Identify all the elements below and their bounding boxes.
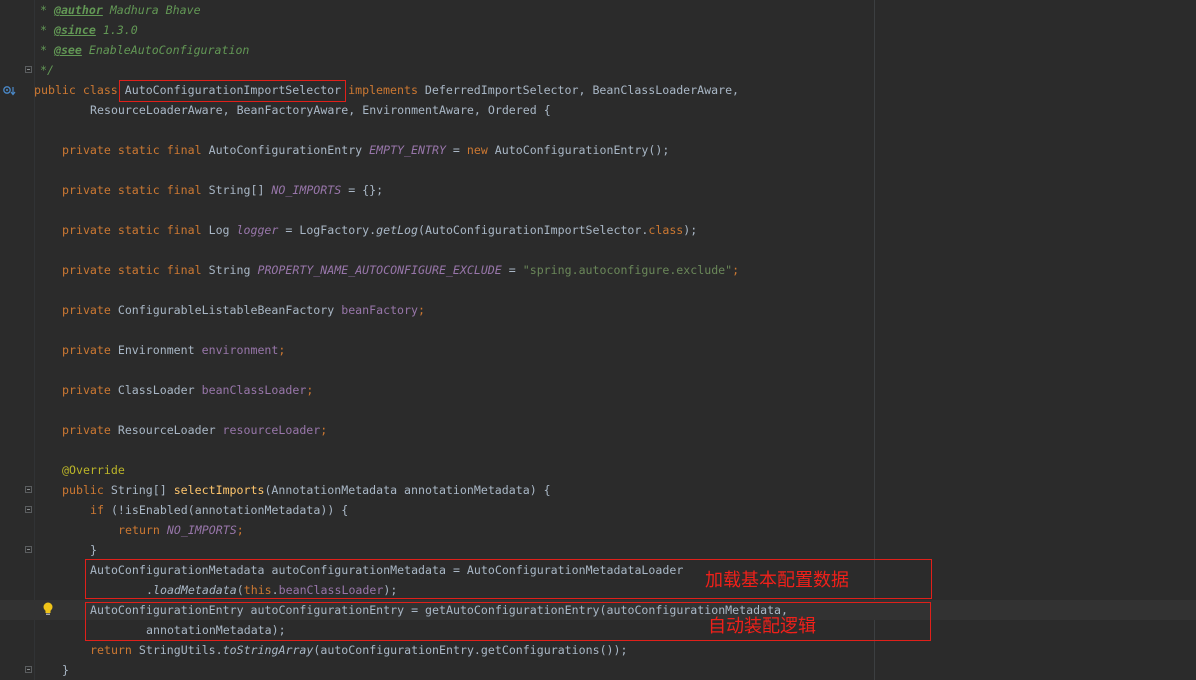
code-line: return StringUtils.toStringArray(autoCon… xyxy=(90,643,628,657)
code-line: } xyxy=(62,663,69,677)
code-line: private static final String PROPERTY_NAM… xyxy=(62,263,740,277)
fold-marker[interactable] xyxy=(25,666,32,673)
code-editor[interactable]: * @author Madhura Bhave * @since 1.3.0 *… xyxy=(0,0,1196,680)
code-line: private ResourceLoader resourceLoader; xyxy=(62,423,328,437)
code-line: * @since 1.3.0 xyxy=(40,23,138,37)
fold-marker[interactable] xyxy=(25,506,32,513)
code-line: private static final Log logger = LogFac… xyxy=(62,223,698,237)
code-line: private Environment environment; xyxy=(62,343,286,357)
annotation-auto-config: 自动装配逻辑 xyxy=(708,616,816,637)
code-line: private static final AutoConfigurationEn… xyxy=(62,143,670,157)
code-line: ResourceLoaderAware, BeanFactoryAware, E… xyxy=(90,103,551,117)
code-line: if (!isEnabled(annotationMetadata)) { xyxy=(90,503,349,517)
code-line: * @see EnableAutoConfiguration xyxy=(40,43,250,57)
fold-marker[interactable] xyxy=(25,486,32,493)
code-line: */ xyxy=(40,63,54,77)
annotation-load-metadata: 加载基本配置数据 xyxy=(705,570,849,591)
code-line: } xyxy=(90,543,97,557)
code-line: private ClassLoader beanClassLoader; xyxy=(62,383,314,397)
fold-marker[interactable] xyxy=(25,546,32,553)
editor-gutter[interactable] xyxy=(0,0,34,680)
code-line: private ConfigurableListableBeanFactory … xyxy=(62,303,425,317)
implementation-marker-icon[interactable] xyxy=(2,84,16,98)
fold-marker[interactable] xyxy=(25,66,32,73)
code-line: @Override xyxy=(62,463,125,477)
method-declaration-line: public String[] selectImports(Annotation… xyxy=(62,483,551,497)
class-name-highlight-box xyxy=(119,80,346,102)
code-line: private static final String[] NO_IMPORTS… xyxy=(62,183,384,197)
code-line: return NO_IMPORTS; xyxy=(118,523,244,537)
code-line: * @author Madhura Bhave xyxy=(40,3,201,17)
